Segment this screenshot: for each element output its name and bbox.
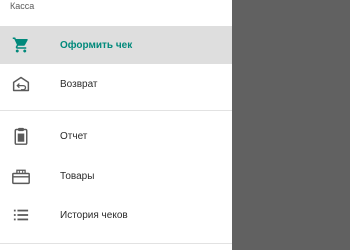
menu-divider — [0, 110, 232, 111]
menu-item-label: Возврат — [60, 78, 98, 90]
list-icon — [11, 205, 31, 225]
clipboard-icon — [11, 126, 31, 146]
menu-item-label: Отчет — [60, 130, 88, 142]
menu-item-report[interactable]: Отчет — [0, 117, 232, 155]
navigation-drawer: Касса Оформить чек Возврат Отчет Товары … — [0, 0, 232, 250]
menu-item-label: Оформить чек — [60, 39, 133, 51]
menu-divider — [0, 243, 232, 244]
menu-item-checkout[interactable]: Оформить чек — [0, 26, 232, 64]
menu-item-return[interactable]: Возврат — [0, 65, 232, 103]
menu-item-receipt-history[interactable]: История чеков — [0, 196, 232, 234]
menu-item-label: Товары — [60, 170, 95, 182]
drawer-header: Касса — [0, 0, 232, 22]
cart-icon — [11, 35, 31, 55]
menu-item-label: История чеков — [60, 209, 128, 221]
section-label-kassa: Касса — [10, 1, 35, 11]
menu-item-products[interactable]: Товары — [0, 157, 232, 195]
products-box-icon — [11, 166, 31, 186]
app-screen: Касса Оформить чек Возврат Отчет Товары … — [0, 0, 350, 250]
return-icon — [11, 74, 31, 94]
drawer-scrim-overlay[interactable] — [232, 0, 350, 250]
